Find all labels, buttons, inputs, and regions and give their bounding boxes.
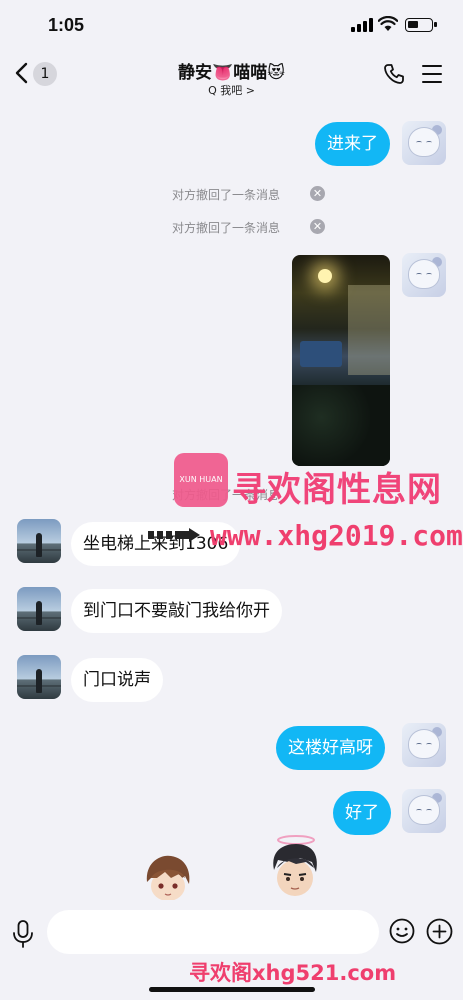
message-bubble-outgoing[interactable]: 这楼好高呀 — [276, 726, 385, 770]
plus-circle-icon[interactable] — [426, 918, 453, 945]
watermark-url: www.xhg2019.com — [210, 519, 463, 552]
contact-avatar[interactable] — [17, 655, 61, 699]
watermark-bottom: 寻欢阁xhg521.com — [189, 961, 397, 985]
message-bubble-incoming[interactable]: 到门口不要敲门我给你开 — [71, 589, 282, 633]
recall-notice: 对方撤回了一条消息 — [172, 221, 281, 235]
self-avatar[interactable] — [402, 723, 446, 767]
phone-icon[interactable] — [383, 63, 405, 85]
self-avatar[interactable] — [402, 121, 446, 165]
cartoon-sticker-man-halo[interactable] — [266, 834, 324, 900]
contact-avatar[interactable] — [17, 519, 61, 563]
arrow-right-icon — [148, 528, 200, 542]
photo-message[interactable] — [292, 255, 390, 466]
self-avatar[interactable] — [402, 789, 446, 833]
home-indicator[interactable] — [149, 987, 315, 992]
message-bubble-incoming[interactable]: 门口说声 — [71, 658, 163, 702]
close-circle-icon[interactable]: ✕ — [310, 219, 325, 234]
wifi-icon — [378, 16, 398, 31]
self-avatar[interactable] — [402, 253, 446, 297]
message-bubble-outgoing[interactable]: 进来了 — [315, 122, 390, 166]
message-bubble-outgoing[interactable]: 好了 — [333, 791, 391, 835]
chat-header: 1 静安👅喵喵😻 Q 我吧 > — [0, 50, 463, 105]
contact-avatar[interactable] — [17, 587, 61, 631]
battery-icon — [405, 18, 437, 32]
smiley-icon[interactable] — [389, 918, 415, 944]
close-circle-icon[interactable]: ✕ — [310, 186, 325, 201]
message-input[interactable] — [47, 910, 379, 954]
status-time: 1:05 — [48, 15, 85, 35]
microphone-icon[interactable] — [11, 919, 35, 949]
watermark-logo: XUN HUAN — [174, 453, 228, 507]
cartoon-sticker-boy[interactable] — [141, 852, 195, 900]
signal-icon — [351, 18, 373, 32]
recall-notice: 对方撤回了一条消息 — [172, 188, 281, 202]
hamburger-menu-icon[interactable] — [422, 65, 442, 83]
watermark-title: 寻欢阁性息网 — [232, 470, 442, 510]
status-bar: 1:05 — [0, 0, 463, 50]
